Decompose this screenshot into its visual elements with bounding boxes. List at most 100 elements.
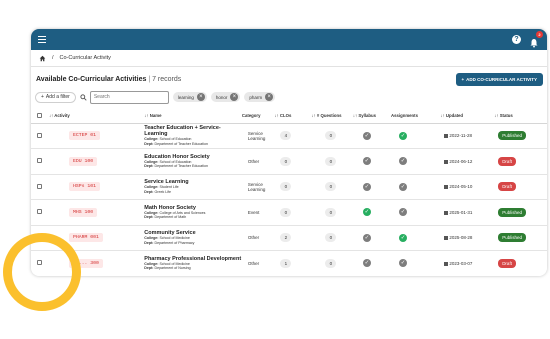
category-value: Other: [247, 260, 260, 266]
page-title: Available Co-Curricular Activities | 7 r…: [36, 76, 181, 83]
table-row[interactable]: PH... 300 Pharmacy Professional Developme…: [31, 250, 547, 276]
college-name: School of Education: [159, 137, 192, 142]
row-checkbox[interactable]: [37, 132, 42, 138]
title-text: Available Co-Curricular Activities: [36, 75, 147, 83]
table-header-row: ↓↑ Activity ↓↑ Name Category ↓↑ CLOs ↓↑ # Qu…: [31, 109, 547, 124]
clos-count: 4: [280, 131, 292, 141]
activity-name-cell: Service Learning College: Student Life Dep…: [144, 174, 242, 200]
clos-cell: 0: [274, 199, 312, 226]
updated-date: 2022-11-28: [449, 133, 473, 139]
hamburger-icon[interactable]: [38, 36, 46, 43]
calendar-icon: [444, 210, 449, 215]
activities-panel: Available Co-Curricular Activities | 7 r…: [31, 67, 547, 276]
add-activity-button[interactable]: + ADD CO-CURRICULAR ACTIVITY: [455, 72, 543, 86]
assignments-check-icon: ✓: [399, 233, 408, 242]
column-header-updated[interactable]: ↓↑ Updated: [440, 109, 495, 124]
filter-chip-label: honor: [215, 94, 228, 100]
updated-cell: 2023-03-07: [440, 250, 495, 276]
updated-date: 2023-03-07: [449, 260, 473, 266]
add-filter-button[interactable]: + Add a filter: [35, 91, 76, 103]
select-all-cell: [31, 109, 49, 124]
college-name: School of Medicine: [159, 236, 190, 241]
notifications-button[interactable]: 2: [529, 30, 543, 47]
breadcrumb: / Co-Curricular Activity: [31, 50, 547, 67]
column-header-clos[interactable]: ↓↑ CLOs: [274, 109, 312, 124]
table-row[interactable]: ECTEP 01 Teacher Education + Service-Lear…: [31, 123, 547, 149]
category-cell: Other: [241, 250, 275, 276]
column-header-status[interactable]: ↓↑ Status: [494, 109, 547, 124]
filter-chip[interactable]: learning ×: [172, 92, 207, 102]
search-input[interactable]: [89, 90, 169, 104]
assignments-cell: ✓: [391, 148, 441, 175]
updated-date: 2025-08-28: [449, 235, 473, 241]
filter-chip[interactable]: pharm ×: [244, 92, 276, 102]
college-prefix: College:: [144, 210, 160, 215]
clos-cell: 4: [274, 123, 312, 149]
home-icon[interactable]: [39, 55, 46, 62]
dept-prefix: Dept:: [144, 189, 155, 194]
close-icon[interactable]: ×: [265, 93, 274, 101]
column-header-activity[interactable]: ↓↑ Activity: [48, 109, 145, 124]
column-header-questions[interactable]: ↓↑ # Questions: [311, 109, 353, 124]
department-name: Department of Math: [154, 215, 187, 220]
category-cell: Other: [241, 148, 275, 175]
clos-count: 0: [280, 182, 292, 192]
table-row[interactable]: MHS 100 Math Honor Society College: Colleg…: [31, 199, 547, 226]
select-all-checkbox[interactable]: [37, 112, 42, 118]
status-badge: Draft: [498, 156, 516, 166]
row-checkbox[interactable]: [37, 158, 42, 164]
department-name: Department of Pharmacy: [154, 240, 195, 245]
row-checkbox[interactable]: [37, 209, 42, 215]
filter-chip[interactable]: honor ×: [210, 92, 241, 102]
activity-code-badge[interactable]: PHARM 001: [68, 233, 103, 243]
status-cell: Published: [494, 225, 547, 251]
row-checkbox-cell: [31, 174, 49, 200]
category-cell: Other: [241, 225, 275, 251]
column-header-name[interactable]: ↓↑ Name: [144, 109, 242, 124]
filter-chips: learning × honor × pharm ×: [172, 92, 276, 102]
close-icon[interactable]: ×: [196, 93, 205, 101]
calendar-icon: [444, 261, 449, 266]
updated-cell: 2024-06-12: [440, 148, 495, 175]
status-badge: Draft: [498, 258, 516, 268]
table-row[interactable]: HSPs 101 Service Learning College: Student…: [31, 174, 547, 200]
activity-name[interactable]: Teacher Education + Service-Learning: [144, 125, 242, 137]
row-checkbox[interactable]: [37, 183, 42, 189]
activity-code-badge[interactable]: MHS 100: [68, 207, 98, 217]
activity-code-badge[interactable]: ECTEP 01: [68, 131, 100, 141]
activity-name-cell: Education Honor Society College: School o…: [144, 148, 242, 175]
college-name: School of Medicine: [159, 261, 190, 266]
column-header-syllabus[interactable]: ↓↑ Syllabus: [352, 109, 392, 124]
status-cell: Draft: [494, 250, 547, 276]
activity-code-badge[interactable]: EDU 100: [68, 156, 98, 166]
column-header-label: Syllabus: [358, 113, 377, 119]
column-header-category[interactable]: Category: [241, 109, 275, 124]
status-badge: Published: [498, 131, 526, 141]
questions-cell: 0: [311, 123, 353, 149]
panel-header: Available Co-Curricular Activities | 7 r…: [36, 71, 543, 87]
category-cell: Service Learning: [241, 174, 275, 200]
column-header-label: Assignments: [391, 113, 418, 119]
activity-code-badge[interactable]: HSPs 101: [68, 182, 100, 192]
close-icon[interactable]: ×: [230, 93, 239, 101]
college-prefix: College:: [144, 236, 160, 241]
app-window: ? 2 / Co-Curricular Activity Available C…: [31, 29, 547, 276]
column-header-label: Name: [149, 113, 162, 119]
dept-prefix: Dept:: [144, 215, 155, 220]
assignments-cell: ✓: [391, 174, 441, 200]
syllabus-check-icon: ✓: [362, 157, 371, 166]
table-row[interactable]: PHARM 001 Community Service College: Schoo…: [31, 225, 547, 251]
syllabus-cell: ✓: [352, 199, 392, 226]
column-header-label: Status: [499, 113, 513, 119]
filter-chip-label: learning: [177, 94, 194, 100]
college-name: College of Arts and Sciences: [159, 210, 206, 215]
top-right-actions: ? 2: [512, 30, 543, 47]
activity-department: Dept: Greek Life: [144, 190, 242, 194]
column-header-label: Updated: [445, 113, 464, 119]
help-icon[interactable]: ?: [512, 35, 521, 44]
college-prefix: College:: [144, 185, 160, 190]
row-checkbox-cell: [31, 199, 49, 226]
dept-prefix: Dept:: [144, 266, 155, 271]
column-header-assignments[interactable]: Assignments: [391, 109, 441, 124]
table-row[interactable]: EDU 100 Education Honor Society College: S…: [31, 148, 547, 175]
